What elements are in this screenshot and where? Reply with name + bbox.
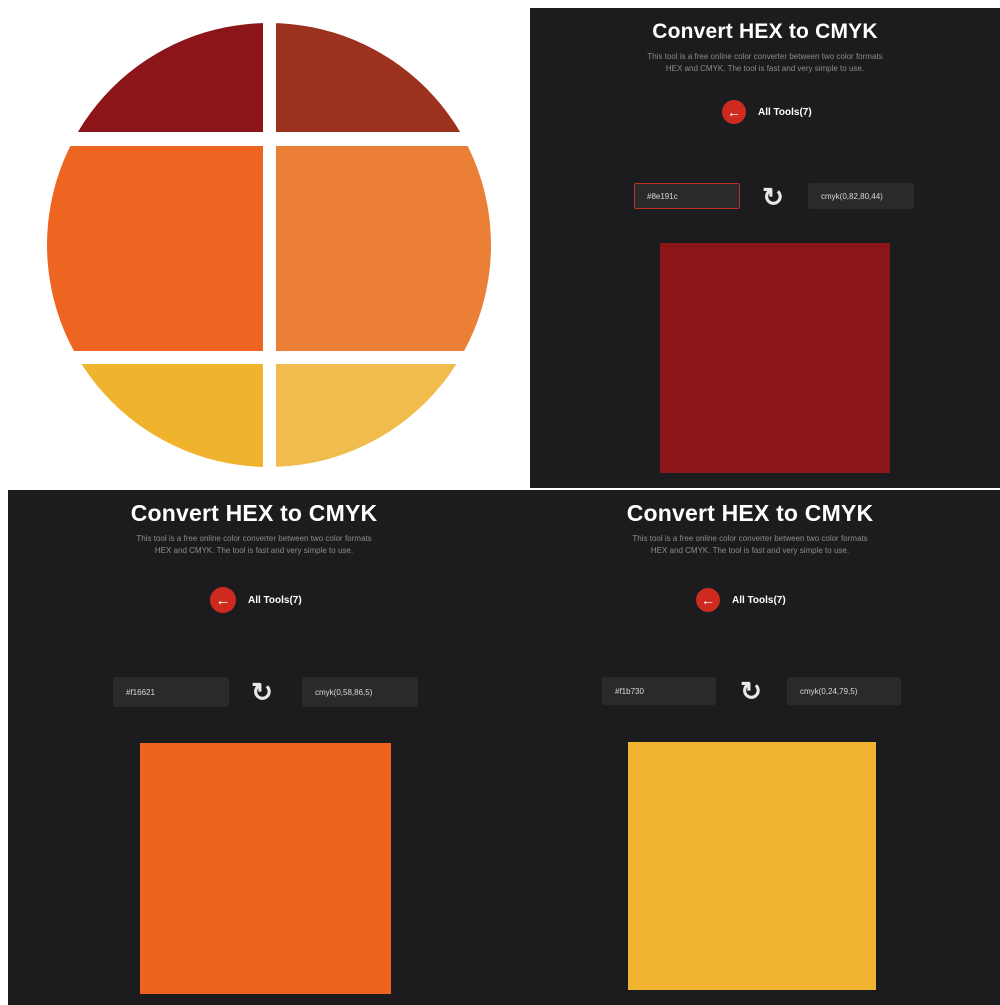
converter-panel-dark-red: Convert HEX to CMYK This tool is a free … <box>530 8 1000 488</box>
hex-input[interactable]: #f1b730 <box>602 677 716 705</box>
converter-panel-yellow: Convert HEX to CMYK This tool is a free … <box>500 490 1000 1005</box>
color-preview-swatch <box>140 743 391 994</box>
page-description: This tool is a free online color convert… <box>647 52 883 73</box>
page-title: Convert HEX to CMYK <box>130 500 378 526</box>
hex-input[interactable]: #f16621 <box>113 677 229 707</box>
color-palette-circle <box>0 0 528 490</box>
arrow-left-icon[interactable]: ← <box>696 588 720 612</box>
cmyk-output[interactable]: cmyk(0,82,80,44) <box>808 183 914 209</box>
color-preview-swatch <box>660 243 890 473</box>
swap-arrows-icon[interactable]: ↻ <box>758 182 788 212</box>
all-tools-link[interactable]: ← All Tools(7) <box>696 588 786 612</box>
page-description: This tool is a free online color convert… <box>632 534 868 555</box>
swap-arrows-icon[interactable]: ↻ <box>736 676 766 706</box>
all-tools-link[interactable]: ← All Tools(7) <box>722 100 812 124</box>
cmyk-output[interactable]: cmyk(0,24,79,5) <box>787 677 901 705</box>
swap-arrows-icon[interactable]: ↻ <box>246 676 278 708</box>
all-tools-link[interactable]: ← All Tools(7) <box>210 587 302 613</box>
page-title: Convert HEX to CMYK <box>626 500 874 526</box>
arrow-left-icon[interactable]: ← <box>722 100 746 124</box>
arrow-left-icon[interactable]: ← <box>210 587 236 613</box>
all-tools-label: All Tools(7) <box>732 594 786 606</box>
cmyk-output[interactable]: cmyk(0,58,86,5) <box>302 677 418 707</box>
page-title: Convert HEX to CMYK <box>652 20 878 43</box>
palette-segment-mid-right <box>276 146 491 351</box>
palette-segment-top-right <box>276 23 491 132</box>
hex-input[interactable]: #8e191c <box>634 183 740 209</box>
converter-panel-orange: Convert HEX to CMYK This tool is a free … <box>8 490 500 1005</box>
palette-segment-mid-left <box>47 146 263 351</box>
palette-segment-top-left <box>47 23 263 132</box>
palette-segment-bottom-left <box>47 364 263 467</box>
color-preview-swatch <box>628 742 876 990</box>
all-tools-label: All Tools(7) <box>758 106 812 118</box>
page-description: This tool is a free online color convert… <box>136 534 372 555</box>
palette-segment-bottom-right <box>276 364 491 467</box>
all-tools-label: All Tools(7) <box>248 594 302 606</box>
palette-svg <box>47 23 491 467</box>
